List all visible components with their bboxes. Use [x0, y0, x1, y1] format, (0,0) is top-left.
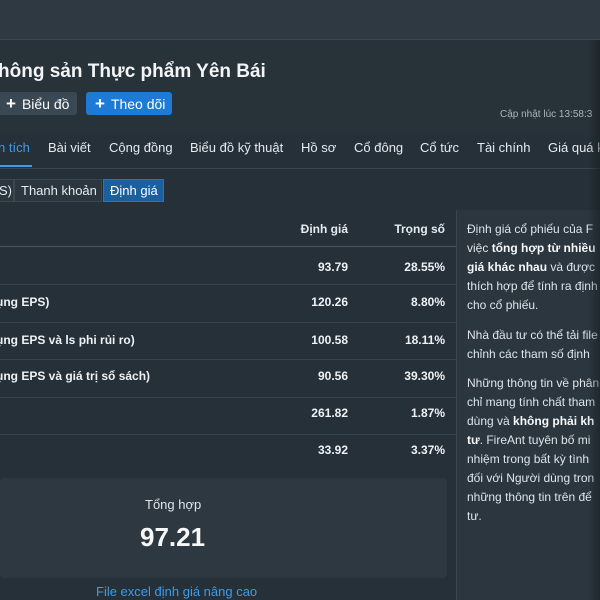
info-text: Nhà đầu tư có thể tải file	[467, 328, 598, 342]
info-text: dùng và không phải kh	[467, 414, 595, 428]
row-value: 93.79	[317, 260, 348, 274]
row-divider	[0, 434, 456, 435]
row-value: 33.92	[317, 443, 348, 457]
info-text: nhiệm trong bất kỳ tình	[467, 452, 590, 466]
info-text: Những thông tin về phân	[467, 376, 600, 390]
info-text: tư.	[467, 509, 482, 523]
row-value: 90.56	[317, 369, 348, 383]
info-text: cho cổ phiếu.	[467, 298, 539, 312]
row-weight: 8.80%	[410, 295, 445, 309]
top-bar	[0, 0, 600, 40]
subtab-valuation[interactable]: Định giá	[103, 179, 164, 202]
info-text: giá khác nhau và được	[467, 260, 595, 274]
subtab-liquidity[interactable]: Thanh khoản	[14, 179, 102, 202]
row-divider	[0, 322, 456, 323]
tab-shareholders[interactable]: Cổ đông	[354, 140, 403, 155]
info-text: thích hợp để tính ra định	[467, 279, 598, 293]
row-value: 120.26	[311, 295, 348, 309]
tab-financials[interactable]: Tài chính	[477, 140, 530, 155]
stock-header	[0, 40, 600, 135]
info-text: việc tổng hợp từ nhiều	[467, 241, 596, 255]
info-text: những thông tin trên để	[467, 490, 592, 504]
active-tab-indicator	[0, 165, 32, 167]
row-value: 100.58	[311, 333, 348, 347]
chart-button-label: Biểu đồ	[21, 95, 70, 112]
plus-icon: +	[6, 94, 16, 113]
sub-tabs: S) Thanh khoản Định giá	[0, 177, 170, 204]
row-weight: 18.11%	[404, 333, 445, 347]
row-divider	[0, 397, 456, 398]
tab-analysis[interactable]: n tích	[0, 140, 30, 155]
main-nav: n tích Bài viết Cộng đồng Biểu đồ kỹ thu…	[0, 135, 600, 169]
info-text: chỉnh các tham số định	[467, 347, 590, 361]
row-weight: 1.87%	[410, 406, 445, 420]
row-weight: 3.37%	[410, 443, 445, 457]
chart-button[interactable]: + Biểu đồ	[0, 92, 77, 115]
row-weight: 28.55%	[404, 260, 445, 274]
summary-card	[0, 478, 447, 578]
updated-time: Cập nhật lúc 13:58:3	[500, 109, 593, 120]
info-text: đối với Người dùng tron	[467, 471, 595, 485]
header-divider	[0, 246, 456, 247]
info-text: chỉ mang tính chất tham	[467, 395, 596, 409]
tab-profile[interactable]: Hồ sơ	[301, 140, 336, 155]
tab-articles[interactable]: Bài viết	[48, 140, 91, 155]
info-text: Định giá cổ phiếu của F	[467, 222, 594, 236]
tab-community[interactable]: Cộng đồng	[109, 140, 173, 155]
summary-label: Tổng hợp	[145, 497, 202, 512]
company-title: hông sản Thực phẩm Yên Bái	[0, 61, 266, 82]
scroll-edge-shadow	[588, 40, 600, 600]
row-value: 261.82	[311, 406, 348, 420]
row-divider	[0, 359, 456, 360]
plus-icon: +	[95, 94, 105, 113]
row-label: ụng EPS)	[0, 295, 50, 309]
valuation-info-panel: Định giá cổ phiếu của F việc tổng hợp từ…	[456, 210, 600, 600]
excel-download-link[interactable]: File excel định giá nâng cao	[96, 584, 257, 599]
row-weight: 39.30%	[404, 369, 445, 383]
col-header-weight: Trọng số	[394, 222, 445, 236]
follow-button-label: Theo dõi	[110, 95, 166, 112]
row-label: ụng EPS và ls phi rủi ro)	[0, 333, 135, 347]
info-text: tư. FireAnt tuyên bố mi	[467, 433, 591, 447]
follow-button[interactable]: + Theo dõi	[86, 92, 172, 115]
subtab-partial[interactable]: S)	[0, 179, 14, 202]
tab-technical-chart[interactable]: Biểu đồ kỹ thuật	[190, 140, 283, 155]
row-divider	[0, 284, 456, 285]
summary-value: 97.21	[140, 522, 206, 552]
tab-dividends[interactable]: Cổ tức	[420, 140, 459, 155]
col-header-valuation: Định giá	[300, 222, 348, 236]
row-label: ụng EPS và giá trị sổ sách)	[0, 369, 151, 383]
